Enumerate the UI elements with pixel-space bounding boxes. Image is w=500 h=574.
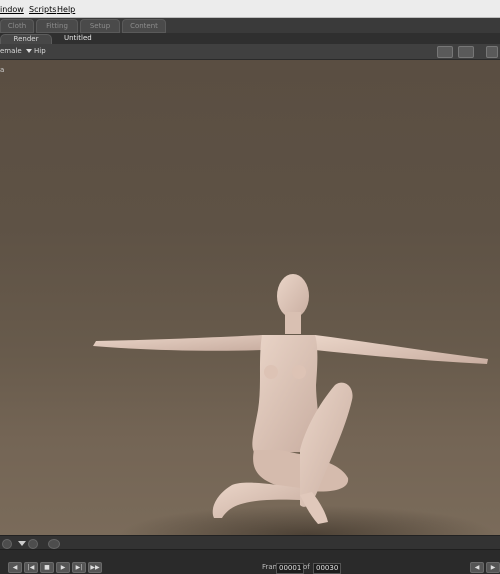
play-back-icon[interactable]: ◀ xyxy=(8,562,22,573)
stop-icon[interactable]: ■ xyxy=(40,562,54,573)
document-tab-bar: Render Untitled xyxy=(0,33,500,45)
document-viewport[interactable]: a xyxy=(0,60,500,535)
menu-help[interactable]: Help xyxy=(57,5,75,14)
animation-timeline: ◀ |◀ ■ ▶ ▶| ▶▶ Frame 00001 of 00030 ◀ ▶ xyxy=(0,549,500,574)
menu-scripts[interactable]: Scripts xyxy=(29,5,56,14)
play-icon[interactable]: ▶ xyxy=(56,562,70,573)
menu-bar: indow Scripts Help xyxy=(0,0,500,18)
render-settings-icon[interactable] xyxy=(458,46,474,58)
figure-selector[interactable]: emale xyxy=(0,47,22,55)
tab-fitting[interactable]: Fitting xyxy=(36,19,78,33)
figure-3d-model[interactable] xyxy=(0,60,500,535)
first-frame-icon[interactable]: |◀ xyxy=(24,562,38,573)
scroll-right-icon[interactable]: ▶ xyxy=(486,562,500,573)
link-icon[interactable] xyxy=(48,539,60,549)
next-frame-icon[interactable]: ▶| xyxy=(72,562,86,573)
of-label: of xyxy=(303,563,310,571)
tab-untitled-document[interactable]: Untitled xyxy=(64,34,92,43)
bottom-control-bar xyxy=(0,535,500,550)
viewport-header: emale Hip xyxy=(0,44,500,60)
chevron-down-icon[interactable] xyxy=(18,541,26,546)
keyframe-icon[interactable] xyxy=(28,539,38,549)
last-frame-icon[interactable]: ▶▶ xyxy=(88,562,102,573)
room-tab-bar: Cloth Fitting Setup Content xyxy=(0,18,500,33)
tab-setup[interactable]: Setup xyxy=(80,19,120,33)
options-icon[interactable] xyxy=(486,46,498,58)
scroll-left-icon[interactable]: ◀ xyxy=(470,562,484,573)
body-part-selector[interactable]: Hip xyxy=(34,47,46,55)
chevron-down-icon[interactable] xyxy=(26,49,32,53)
menu-window[interactable]: indow xyxy=(0,5,24,14)
record-icon[interactable] xyxy=(2,539,12,549)
tab-cloth[interactable]: Cloth xyxy=(0,19,34,33)
tab-content[interactable]: Content xyxy=(122,19,166,33)
preview-camera-icon[interactable] xyxy=(437,46,453,58)
